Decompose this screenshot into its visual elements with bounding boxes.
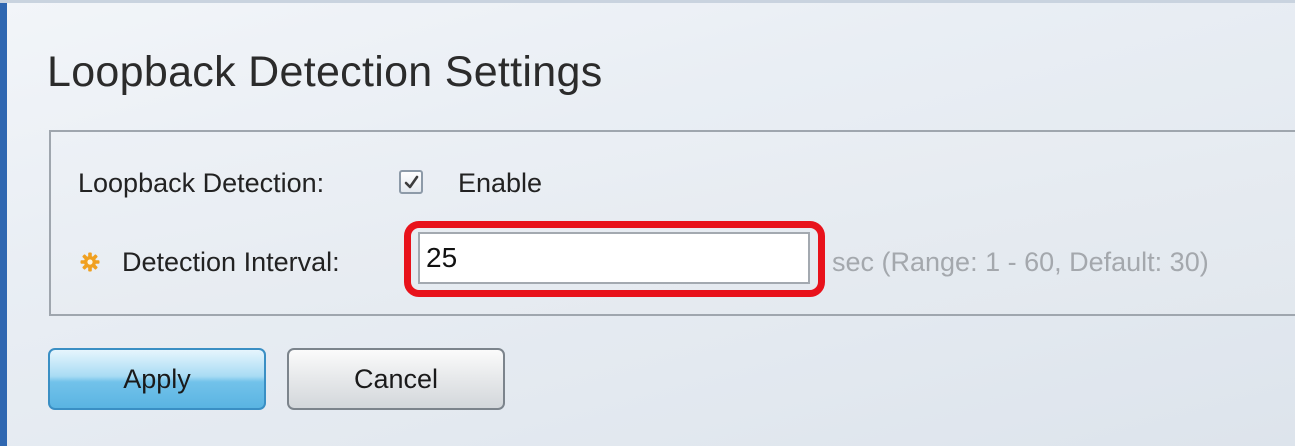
cancel-button[interactable]: Cancel: [287, 348, 505, 410]
interval-range-hint: sec (Range: 1 - 60, Default: 30): [832, 247, 1209, 277]
gear-icon: [80, 252, 100, 272]
enable-label: Enable: [458, 168, 543, 198]
checkmark-icon: [404, 175, 418, 188]
apply-button[interactable]: Apply: [48, 348, 266, 410]
detection-interval-label: Detection Interval:: [122, 247, 340, 277]
loopback-enable-checkbox[interactable]: [399, 170, 423, 194]
loopback-detection-label: Loopback Detection:: [78, 168, 325, 198]
page-top-edge: [0, 0, 1295, 3]
page-left-edge: [0, 0, 7, 446]
detection-interval-input[interactable]: [418, 232, 810, 284]
page-title: Loopback Detection Settings: [47, 48, 603, 96]
